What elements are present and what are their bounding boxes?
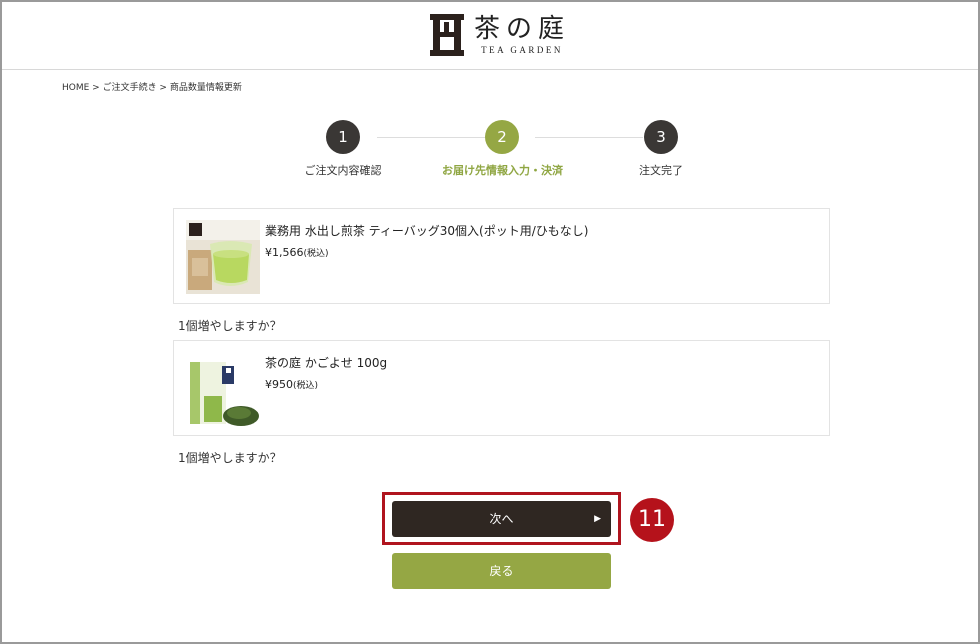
tax-label: (税込): [303, 249, 329, 259]
product-name[interactable]: 茶の庭 かごよせ 100g: [265, 354, 387, 371]
step-1-number: 1: [326, 120, 360, 154]
site-logo[interactable]: 茶の庭 TEA GARDEN: [430, 12, 570, 58]
step-number-badge: 11: [630, 498, 674, 542]
next-button-label: 次へ: [489, 512, 514, 526]
back-button[interactable]: 戻る: [392, 553, 611, 589]
product-card: 業務用 水出し煎茶 ティーバッグ30個入(ポット用/ひもなし) ¥1,566(税…: [173, 208, 830, 304]
price-value: ¥950: [265, 378, 293, 391]
brand-subtitle: TEA GARDEN: [481, 45, 563, 55]
product-image[interactable]: [186, 352, 260, 426]
step-3-number: 3: [644, 120, 678, 154]
product-price: ¥950(税込): [265, 378, 318, 391]
step-2: 2 お届け先情報入力・決済: [442, 120, 563, 178]
breadcrumb[interactable]: HOME > ご注文手続き > 商品数量情報更新: [62, 80, 242, 93]
play-arrow-icon: ▶: [594, 514, 601, 524]
page-frame: [0, 0, 980, 644]
product-name[interactable]: 業務用 水出し煎茶 ティーバッグ30個入(ポット用/ひもなし): [265, 222, 588, 239]
increase-prompt[interactable]: 1個増やしますか？: [178, 449, 282, 466]
brand-name: 茶の庭: [474, 14, 571, 44]
increase-prompt[interactable]: 1個増やしますか？: [178, 317, 282, 334]
next-button[interactable]: 次へ ▶: [392, 501, 611, 537]
step-1-label: ご注文内容確認: [304, 164, 382, 177]
step-2-number: 2: [485, 120, 519, 154]
site-header: 茶の庭 TEA GARDEN: [2, 2, 978, 70]
back-button-label: 戻る: [489, 564, 514, 578]
logo-mark-icon: [430, 14, 464, 56]
step-2-label: お届け先情報入力・決済: [442, 164, 563, 177]
tax-label: (税込): [293, 381, 319, 391]
product-price: ¥1,566(税込): [265, 246, 329, 259]
step-3: 3 注文完了: [601, 120, 721, 178]
product-card: 茶の庭 かごよせ 100g ¥950(税込): [173, 340, 830, 436]
price-value: ¥1,566: [265, 246, 304, 259]
step-3-label: 注文完了: [639, 164, 683, 177]
checkout-steps: 1 ご注文内容確認 2 お届け先情報入力・決済 3 注文完了: [300, 120, 720, 180]
step-1: 1 ご注文内容確認: [283, 120, 403, 178]
product-image[interactable]: [186, 220, 260, 294]
